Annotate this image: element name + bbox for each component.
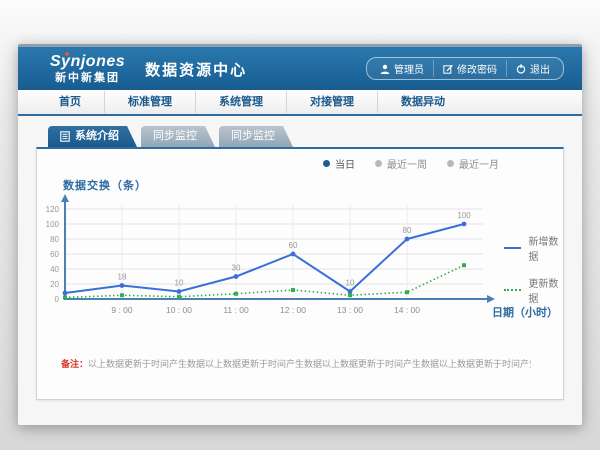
tab-system-intro[interactable]: 系统介绍 [48,126,137,147]
brand-logo-text: Synjones [50,53,125,70]
tab-system-intro-label: 系统介绍 [75,126,119,147]
data-point [177,289,182,294]
radio-dot-icon [447,160,454,167]
brand-logo: Synjones 新中新集团 [50,54,125,84]
y-tick-label: 20 [50,280,59,289]
document-icon [60,131,70,142]
data-point [120,293,124,297]
tab-sync-monitor-1-label: 同步监控 [153,126,197,147]
app-window: Synjones 新中新集团 数据资源中心 管理员 修改密码 [18,44,582,425]
legend-updated-data-label: 更新数据 [528,275,563,305]
data-point-label: 100 [457,211,471,220]
x-tick-label: 9 : 00 [111,305,133,315]
legend-line-solid-icon [504,247,521,249]
app-header: Synjones 新中新集团 数据资源中心 管理员 修改密码 [18,47,582,90]
user-icon [380,64,390,74]
data-point [120,283,125,288]
main-nav: 首页 标准管理 系统管理 对接管理 数据异动 [18,90,582,116]
logout-label: 退出 [530,61,550,76]
content-area: 系统介绍 同步监控 同步监控 当日 最近一周 [18,116,582,400]
radio-today-label: 当日 [335,156,355,171]
y-tick-label: 60 [50,250,59,259]
change-password-label: 修改密码 [457,61,497,76]
legend-item-updated-data: 更新数据 [504,275,563,305]
legend-line-dotted-icon [504,289,521,291]
logout-button[interactable]: 退出 [506,60,559,77]
x-tick-label: 14 : 00 [394,305,420,315]
tab-sync-monitor-2[interactable]: 同步监控 [219,126,293,147]
y-tick-label: 40 [50,265,59,274]
chart-panel: 当日 最近一周 最近一月 数据交换（条） 0 20 40 60 80 100 120 9 : … [36,147,564,400]
data-point-label: 30 [232,264,241,273]
tab-sync-monitor-2-label: 同步监控 [231,126,275,147]
admin-user-button[interactable]: 管理员 [371,60,433,77]
nav-item-interface-mgmt[interactable]: 对接管理 [286,91,377,113]
data-point-label: 60 [289,241,298,250]
data-point [291,252,296,257]
data-point [405,237,410,242]
page-title: 数据资源中心 [145,57,247,80]
change-password-button[interactable]: 修改密码 [433,60,506,77]
radio-dot-icon [323,160,330,167]
data-point [348,289,353,294]
data-point [63,296,67,300]
chart-area: 0 20 40 60 80 100 120 9 : 00 10 : 00 11 : 00 12 : … [35,193,509,327]
data-point [291,288,295,292]
nav-item-system-mgmt[interactable]: 系统管理 [195,91,286,113]
y-axis-arrow-icon [61,194,69,202]
radio-last-week-label: 最近一周 [387,156,427,171]
y-tick-label: 0 [55,295,60,304]
radio-last-week[interactable]: 最近一周 [375,156,427,171]
power-icon [516,64,526,74]
user-toolbar: 管理员 修改密码 退出 [366,57,564,80]
data-point [234,292,238,296]
footnote-text: 以上数据更新于时间产生数据以上数据更新于时间产生数据以上数据更新于时间产生数据以… [88,359,531,369]
brand-logo-accent-dot [65,52,69,56]
x-axis-arrow-icon [487,295,495,303]
data-point-label: 80 [403,226,412,235]
data-point-label: 10 [175,279,184,288]
y-tick-label: 120 [46,205,60,214]
data-point [63,291,68,296]
line-chart: 0 20 40 60 80 100 120 9 : 00 10 : 00 11 : 00 12 : … [35,193,509,327]
data-point [234,274,239,279]
legend-new-data-label: 新增数据 [528,233,563,263]
tab-sync-monitor-1[interactable]: 同步监控 [141,126,215,147]
radio-dot-icon [375,160,382,167]
nav-item-home[interactable]: 首页 [36,91,104,113]
radio-today[interactable]: 当日 [323,156,355,171]
data-point-label: 10 [346,279,355,288]
tab-bar: 系统介绍 同步监控 同步监控 [48,126,564,147]
data-point [405,290,409,294]
time-range-radio-group: 当日 最近一周 最近一月 [323,156,499,171]
x-tick-label: 12 : 00 [280,305,306,315]
x-tick-label: 11 : 00 [223,305,249,315]
edit-icon [443,64,453,74]
x-axis-title: 日期（小时） [492,304,558,320]
x-tick-label: 10 : 00 [166,305,192,315]
x-tick-label: 13 : 00 [337,305,363,315]
y-tick-label: 80 [50,235,59,244]
brand-logo-en: Synjones [50,54,125,70]
radio-last-month-label: 最近一月 [459,156,499,171]
admin-user-label: 管理员 [394,61,424,76]
data-point [462,222,467,227]
brand-logo-cn: 新中新集团 [50,73,125,84]
nav-item-data-change[interactable]: 数据异动 [377,91,468,113]
data-point [177,295,181,299]
data-point-label: 18 [118,273,127,282]
radio-last-month[interactable]: 最近一月 [447,156,499,171]
footnote: 备注：以上数据更新于时间产生数据以上数据更新于时间产生数据以上数据更新于时间产生… [61,357,531,370]
nav-item-standard-mgmt[interactable]: 标准管理 [104,91,195,113]
chart-legend: 新增数据 更新数据 [504,233,563,305]
data-point [462,263,466,267]
footnote-prefix: 备注： [61,359,88,369]
data-point [348,293,352,297]
y-tick-label: 100 [46,220,60,229]
legend-item-new-data: 新增数据 [504,233,563,263]
desktop-backdrop: { "header": { "logo_en": "Synjones", "lo… [0,0,600,450]
y-axis-title: 数据交换（条） [63,177,147,193]
